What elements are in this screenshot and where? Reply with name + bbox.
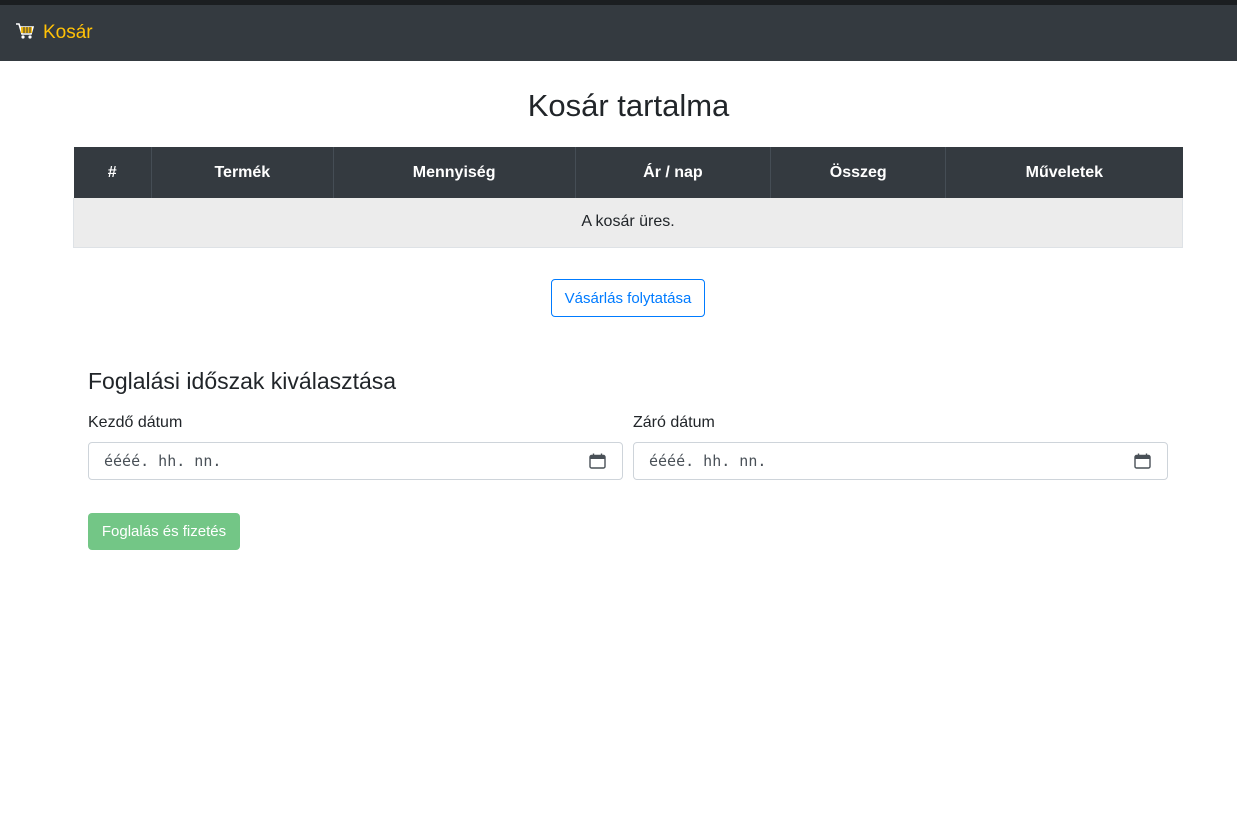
- end-date-placeholder: éééé. hh. nn.: [649, 452, 767, 470]
- start-date-input[interactable]: éééé. hh. nn.: [88, 442, 623, 480]
- page-title: Kosár tartalma: [527, 88, 730, 123]
- cart-table: # Termék Mennyiség Ár / nap Összeg Művel…: [73, 147, 1183, 248]
- end-date-input[interactable]: éééé. hh. nn.: [633, 442, 1168, 480]
- table-row: A kosár üres.: [73, 198, 1183, 248]
- empty-cart-message: A kosár üres.: [73, 198, 1183, 248]
- calendar-icon[interactable]: [589, 453, 606, 469]
- column-header-actions: Műveletek: [945, 147, 1183, 198]
- book-and-pay-button[interactable]: Foglalás és fizetés: [88, 513, 240, 550]
- continue-shopping-button[interactable]: Vásárlás folytatása: [551, 279, 705, 317]
- column-header-product: Termék: [150, 147, 334, 198]
- navbar: Kosár: [0, 5, 1237, 61]
- start-date-label: Kezdő dátum: [88, 414, 183, 431]
- navbar-brand-label: Kosár: [43, 22, 93, 43]
- navbar-brand-cart-link[interactable]: Kosár: [15, 22, 93, 44]
- booking-section-title: Foglalási időszak kiválasztása: [88, 368, 397, 394]
- calendar-icon[interactable]: [1134, 453, 1151, 469]
- start-date-placeholder: éééé. hh. nn.: [104, 452, 222, 470]
- column-header-price-per-day: Ár / nap: [574, 147, 771, 198]
- column-header-total: Összeg: [770, 147, 946, 198]
- column-header-quantity: Mennyiség: [332, 147, 576, 198]
- end-date-label: Záró dátum: [633, 414, 715, 431]
- shopping-cart-icon: [15, 22, 35, 44]
- cart-table-header-row: # Termék Mennyiség Ár / nap Összeg Művel…: [73, 147, 1183, 198]
- column-header-index: #: [73, 147, 152, 198]
